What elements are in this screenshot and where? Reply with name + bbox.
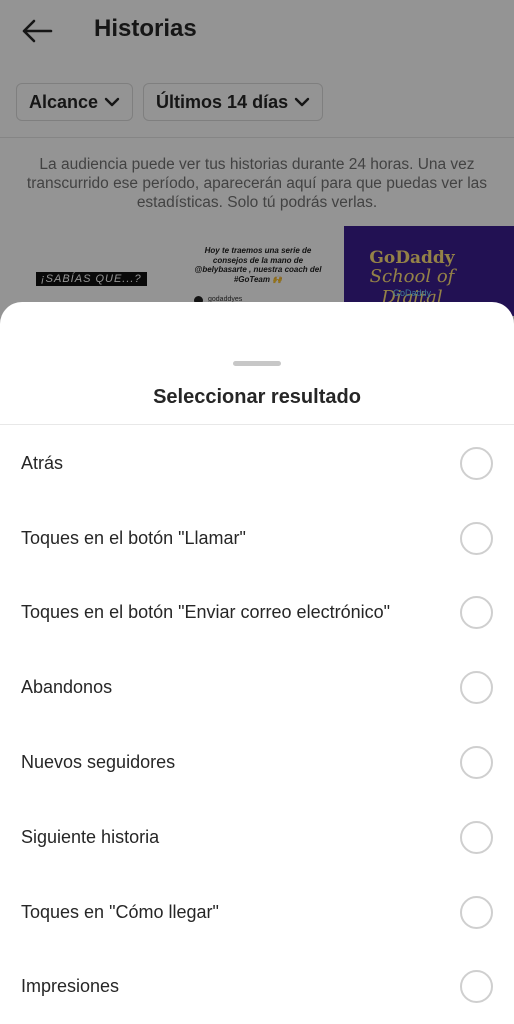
radio-button[interactable] [460, 895, 493, 929]
radio-button[interactable] [460, 746, 493, 780]
result-option-label: Atrás [21, 452, 64, 473]
result-option[interactable]: Toques en el botón "Enviar correo electr… [0, 576, 514, 651]
result-option-label: Toques en el botón "Llamar" [21, 527, 246, 548]
radio-button[interactable] [460, 521, 493, 555]
sheet-drag-handle[interactable] [233, 361, 281, 366]
result-option[interactable]: Impresiones [0, 950, 514, 1024]
result-option[interactable]: Atrás [0, 426, 514, 501]
result-option[interactable]: Toques en el botón "Llamar" [0, 501, 514, 576]
sheet-title: Seleccionar resultado [153, 386, 361, 408]
result-option-label: Abandonos [21, 677, 113, 698]
result-option[interactable]: Abandonos [0, 650, 514, 725]
radio-button[interactable] [460, 596, 493, 630]
radio-button[interactable] [460, 671, 493, 705]
result-option-label: Nuevos seguidores [21, 752, 176, 773]
result-option[interactable]: Toques en "Cómo llegar" [0, 875, 514, 950]
result-option[interactable]: Siguiente historia [0, 800, 514, 875]
divider [0, 424, 514, 425]
radio-button[interactable] [460, 820, 493, 854]
radio-button[interactable] [460, 446, 493, 480]
result-option-label: Toques en el botón "Enviar correo electr… [21, 602, 390, 623]
radio-button[interactable] [460, 970, 493, 1004]
select-result-sheet: Seleccionar resultado Atrás Toques en el… [0, 302, 514, 1024]
result-option-label: Siguiente historia [21, 826, 160, 847]
result-options-list: Atrás Toques en el botón "Llamar" Toques… [0, 426, 514, 1024]
result-option-label: Impresiones [21, 976, 120, 997]
result-option[interactable]: Nuevos seguidores [0, 725, 514, 800]
result-option-label: Toques en "Cómo llegar" [21, 901, 219, 922]
